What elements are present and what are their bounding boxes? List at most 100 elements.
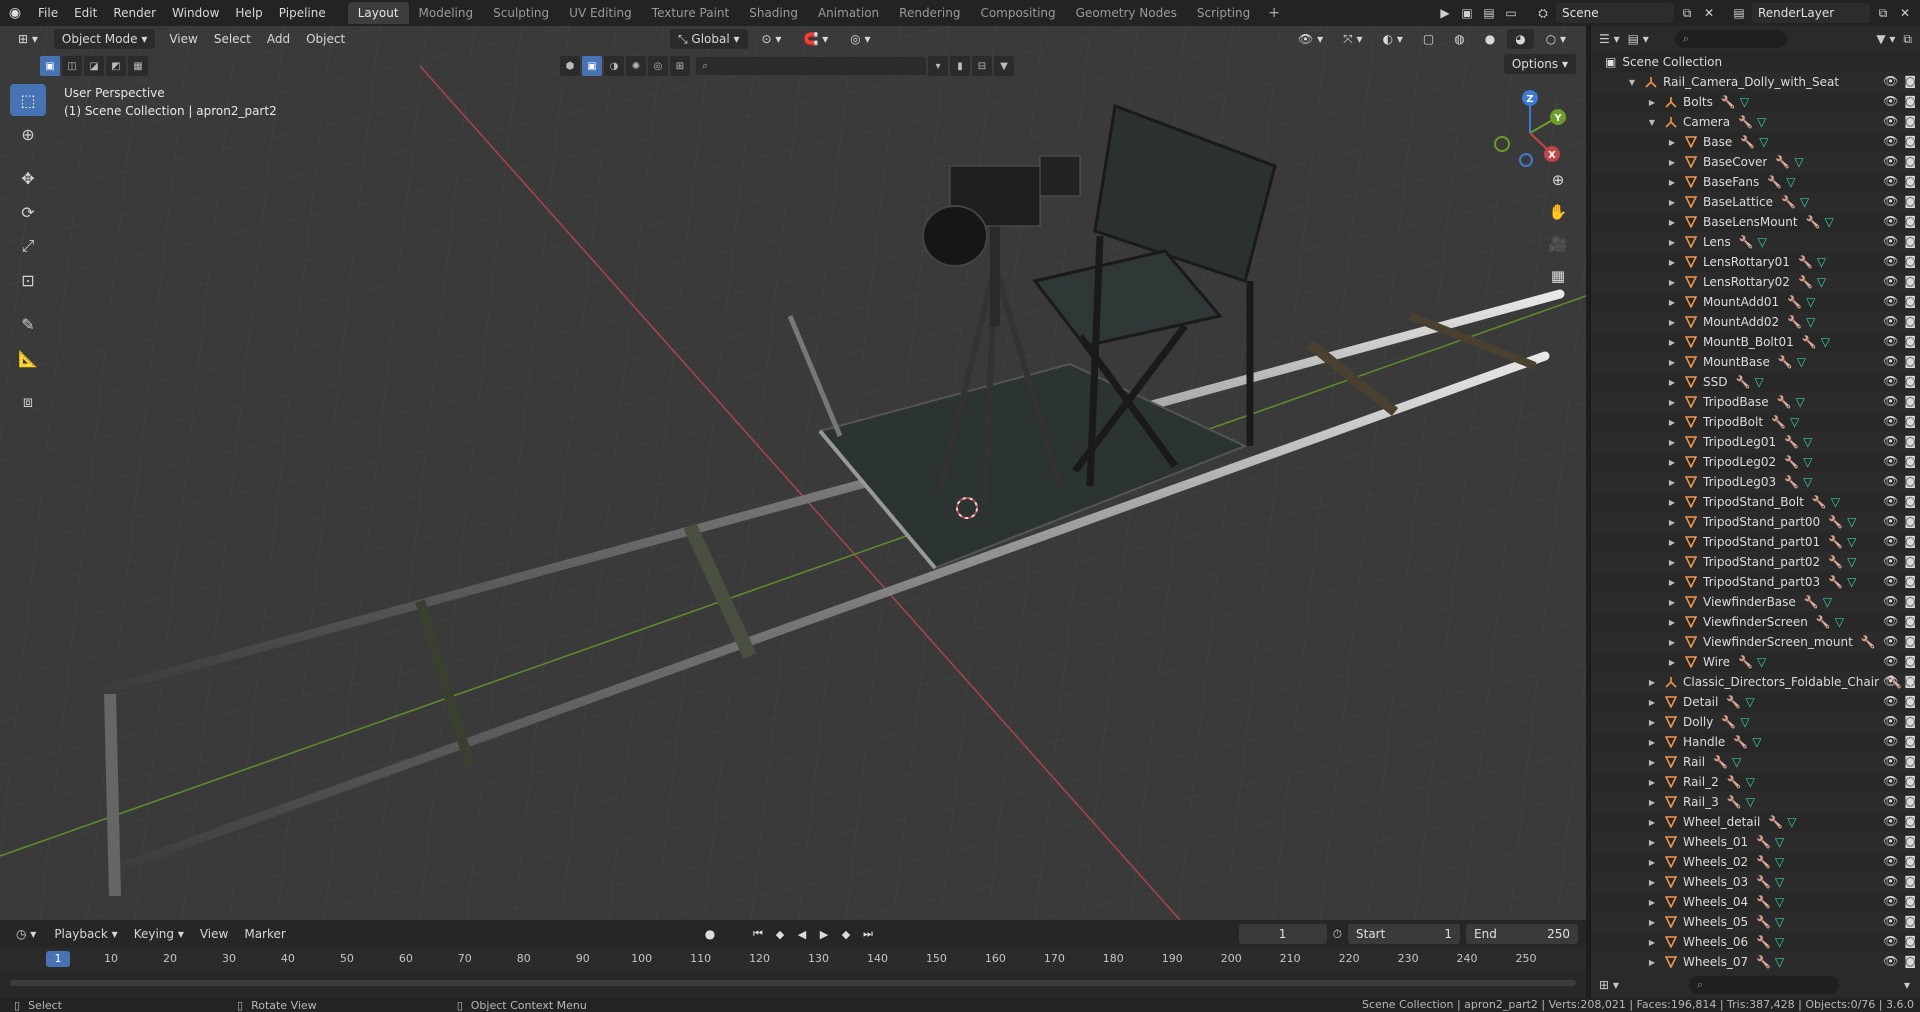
- outliner-row[interactable]: ▶ ViewfinderScreen 🔧 ▽ 👁 ◙: [1591, 612, 1920, 632]
- outliner-row[interactable]: ▶ TripodStand_part00 🔧 ▽ 👁 ◙: [1591, 512, 1920, 532]
- gizmo-neg-y[interactable]: [1494, 136, 1510, 152]
- 3d-viewport[interactable]: ⊞ ▾ Object Mode ▾ View Select Add Object ⤡ …: [0, 26, 1586, 920]
- add-workspace-icon[interactable]: +: [1260, 5, 1288, 21]
- eye-icon[interactable]: 👁: [1883, 194, 1898, 208]
- render-camera-icon[interactable]: ◙: [1904, 734, 1916, 748]
- overlay-toggle-icon[interactable]: ◐ ▾: [1375, 29, 1411, 49]
- render-camera-icon[interactable]: ◙: [1904, 374, 1916, 388]
- solid-shading-icon[interactable]: ●: [1477, 29, 1503, 49]
- timeline-editor-type-icon[interactable]: ◷ ▾: [8, 924, 44, 944]
- outliner-row[interactable]: ▶ ViewfinderScreen_mount 🔧 👁 ◙: [1591, 632, 1920, 652]
- render-camera-icon[interactable]: ◙: [1904, 274, 1916, 288]
- timeline-menu-view[interactable]: View: [192, 924, 236, 944]
- timeline-ruler[interactable]: 1 10 20 30 40 50 60 70 80 90 100 110 120 130 140 150 160…: [0, 948, 1586, 996]
- eye-icon[interactable]: 👁: [1883, 554, 1898, 568]
- expand-open-icon[interactable]: ▼: [1625, 78, 1639, 87]
- display-mode-icon[interactable]: ▤ ▾: [1628, 32, 1649, 46]
- scale-tool-icon[interactable]: ⤢: [10, 230, 46, 262]
- render-camera-icon[interactable]: ◙: [1904, 754, 1916, 768]
- eye-icon[interactable]: 👁: [1883, 474, 1898, 488]
- annotate-tool-icon[interactable]: ✎: [10, 308, 46, 340]
- eye-icon[interactable]: 👁: [1883, 774, 1898, 788]
- outliner-row[interactable]: ▶ Lens 🔧 ▽ 👁 ◙: [1591, 232, 1920, 252]
- modifier-wrench-icon[interactable]: 🔧: [1828, 515, 1843, 529]
- bookmark-icon[interactable]: ▮: [950, 56, 970, 76]
- render-camera-icon[interactable]: ◙: [1904, 554, 1916, 568]
- material-shading-icon[interactable]: ◕: [1507, 29, 1534, 49]
- mesh-data-icon[interactable]: ▽: [1740, 715, 1749, 729]
- mesh-data-icon[interactable]: ▽: [1817, 255, 1826, 269]
- modifier-wrench-icon[interactable]: 🔧: [1727, 795, 1742, 809]
- workspace-tab-rendering[interactable]: Rendering: [889, 2, 970, 24]
- render-camera-icon[interactable]: ◙: [1904, 534, 1916, 548]
- modifier-wrench-icon[interactable]: 🔧: [1738, 655, 1753, 669]
- mesh-data-icon[interactable]: ▽: [1775, 915, 1784, 929]
- outliner-row[interactable]: ▶ MountB_Bolt01 🔧 ▽ 👁 ◙: [1591, 332, 1920, 352]
- render-camera-icon[interactable]: ◙: [1904, 354, 1916, 368]
- modifier-wrench-icon[interactable]: 🔧: [1756, 835, 1771, 849]
- render-view-icon[interactable]: ▤: [1480, 4, 1498, 22]
- modifier-wrench-icon[interactable]: 🔧: [1828, 555, 1843, 569]
- menu-help[interactable]: Help: [227, 0, 270, 26]
- mesh-data-icon[interactable]: ▽: [1740, 95, 1749, 109]
- mesh-data-icon[interactable]: ▽: [1847, 575, 1856, 589]
- mesh-data-icon[interactable]: ▽: [1752, 735, 1761, 749]
- filter-all-icon[interactable]: ⬢: [560, 56, 580, 76]
- timeline-menu-keying[interactable]: Keying ▾: [126, 924, 192, 944]
- render-camera-icon[interactable]: ◙: [1904, 894, 1916, 908]
- folder-icon[interactable]: ▭: [1502, 4, 1520, 22]
- filter-empty-icon[interactable]: ⊞: [670, 56, 690, 76]
- mesh-data-icon[interactable]: ▽: [1790, 415, 1799, 429]
- mesh-data-icon[interactable]: ▽: [1831, 495, 1840, 509]
- workspace-tab-layout[interactable]: Layout: [347, 2, 409, 24]
- mesh-data-icon[interactable]: ▽: [1757, 655, 1766, 669]
- render-camera-icon[interactable]: ◙: [1904, 174, 1916, 188]
- mesh-data-icon[interactable]: ▽: [1817, 275, 1826, 289]
- options-button[interactable]: Options ▾: [1503, 54, 1576, 74]
- outliner-row[interactable]: ▶ BaseFans 🔧 ▽ 👁 ◙: [1591, 172, 1920, 192]
- outliner-row[interactable]: ▶ MountAdd02 🔧 ▽ 👁 ◙: [1591, 312, 1920, 332]
- modifier-wrench-icon[interactable]: 🔧: [1777, 395, 1792, 409]
- eye-icon[interactable]: 👁: [1883, 594, 1898, 608]
- mesh-data-icon[interactable]: ▽: [1745, 695, 1754, 709]
- outliner-row[interactable]: ▶ MountAdd01 🔧 ▽ 👁 ◙: [1591, 292, 1920, 312]
- outliner-row[interactable]: ▶ LensRottary01 🔧 ▽ 👁 ◙: [1591, 252, 1920, 272]
- outliner-row[interactable]: ▶ Base 🔧 ▽ 👁 ◙: [1591, 132, 1920, 152]
- camera-view-icon[interactable]: 🎥: [1544, 230, 1572, 258]
- render-camera-icon[interactable]: ◙: [1904, 394, 1916, 408]
- viewport-menu-select[interactable]: Select: [206, 29, 259, 49]
- mesh-data-icon[interactable]: ▽: [1775, 895, 1784, 909]
- mesh-data-icon[interactable]: ▽: [1775, 835, 1784, 849]
- mesh-data-icon[interactable]: ▽: [1787, 815, 1796, 829]
- mesh-data-icon[interactable]: ▽: [1758, 235, 1767, 249]
- eye-icon[interactable]: 👁: [1883, 734, 1898, 748]
- pivot-icon[interactable]: ⊙ ▾: [754, 29, 790, 49]
- expand-closed-icon[interactable]: ▶: [1645, 678, 1659, 687]
- eye-icon[interactable]: 👁: [1883, 394, 1898, 408]
- modifier-wrench-icon[interactable]: 🔧: [1767, 175, 1782, 189]
- outliner-row[interactable]: ▶ TripodBase 🔧 ▽ 👁 ◙: [1591, 392, 1920, 412]
- xray-icon[interactable]: ▢: [1415, 29, 1442, 49]
- render-camera-icon[interactable]: ◙: [1904, 774, 1916, 788]
- outliner-row[interactable]: ▼ Camera 🔧 ▽ 👁 ◙: [1591, 112, 1920, 132]
- modifier-wrench-icon[interactable]: 🔧: [1775, 155, 1790, 169]
- eye-icon[interactable]: 👁: [1883, 914, 1898, 928]
- delete-layer-icon[interactable]: ✕: [1896, 4, 1914, 22]
- modifier-wrench-icon[interactable]: 🔧: [1756, 955, 1771, 969]
- outliner-row[interactable]: ▶ Handle 🔧 ▽ 👁 ◙: [1591, 732, 1920, 752]
- mesh-data-icon[interactable]: ▽: [1754, 375, 1763, 389]
- render-camera-icon[interactable]: ◙: [1904, 874, 1916, 888]
- eye-icon[interactable]: 👁: [1883, 354, 1898, 368]
- render-camera-icon[interactable]: ◙: [1904, 954, 1916, 968]
- select-extend-icon[interactable]: ◫: [62, 56, 82, 76]
- modifier-wrench-icon[interactable]: 🔧: [1861, 635, 1876, 649]
- modifier-wrench-icon[interactable]: 🔧: [1787, 295, 1802, 309]
- menu-file[interactable]: File: [30, 0, 66, 26]
- render-camera-icon[interactable]: ◙: [1904, 574, 1916, 588]
- menu-pipeline[interactable]: Pipeline: [271, 0, 334, 26]
- modifier-wrench-icon[interactable]: 🔧: [1756, 875, 1771, 889]
- outliner-row[interactable]: ▶ TripodLeg01 🔧 ▽ 👁 ◙: [1591, 432, 1920, 452]
- mesh-data-icon[interactable]: ▽: [1800, 195, 1809, 209]
- jump-end-icon[interactable]: ⏭: [858, 924, 878, 944]
- render-camera-icon[interactable]: ◙: [1904, 794, 1916, 808]
